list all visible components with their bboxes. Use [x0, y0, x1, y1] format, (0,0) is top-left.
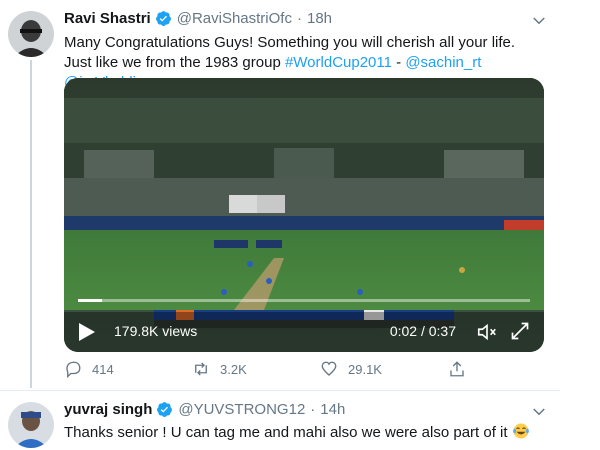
verified-badge-icon [157, 402, 173, 417]
video-player[interactable]: 179.8K views 0:02 / 0:37 [64, 78, 544, 352]
mute-icon[interactable] [476, 321, 498, 343]
view-count: 179.8K views [114, 323, 198, 339]
author-name[interactable]: Ravi Shastri [64, 10, 151, 27]
tweet-yuvraj-singh[interactable]: yuvraj singh @YUVSTRONG12 · 14h Thanks s… [0, 391, 560, 450]
reply-count: 414 [92, 361, 114, 377]
like-button[interactable]: 29.1K [320, 360, 382, 378]
avatar[interactable] [8, 11, 54, 57]
timestamp[interactable]: 14h [320, 401, 345, 418]
separator: · [310, 401, 316, 418]
tweet-text-body: Thanks senior ! U can tag me and mahi al… [64, 424, 508, 441]
video-progress-fill [78, 299, 103, 302]
tweet-ravi-shastri[interactable]: Ravi Shastri @RaviShastriOfc · 18h Many … [0, 0, 560, 390]
reply-button[interactable]: 414 [64, 360, 114, 378]
fullscreen-icon[interactable] [510, 321, 530, 341]
chevron-down-icon[interactable] [530, 12, 548, 30]
video-time: 0:02 / 0:37 [389, 323, 456, 339]
author-handle[interactable]: @YUVSTRONG12 [178, 401, 305, 418]
face-with-tears-of-joy-icon [512, 423, 529, 439]
separator: · [296, 10, 302, 27]
verified-badge-icon [155, 11, 171, 26]
play-icon[interactable] [78, 322, 96, 342]
author-name[interactable]: yuvraj singh [64, 401, 152, 418]
heart-icon [321, 361, 337, 376]
tweet-header: Ravi Shastri @RaviShastriOfc · 18h [64, 10, 332, 27]
video-controls: 179.8K views 0:02 / 0:37 [64, 312, 544, 352]
mention-link-sachin[interactable]: @sachin_rt [405, 54, 481, 71]
retweet-icon [195, 362, 207, 376]
share-icon [450, 361, 464, 377]
tweet-header: yuvraj singh @YUVSTRONG12 · 14h [64, 401, 345, 418]
chevron-down-icon[interactable] [530, 403, 548, 421]
author-handle[interactable]: @RaviShastriOfc [177, 10, 292, 27]
tweet-actions: 414 3.2K 29.1K [64, 360, 484, 384]
hashtag-link[interactable]: #WorldCup2011 [285, 54, 392, 71]
timestamp[interactable]: 18h [307, 10, 332, 27]
like-count: 29.1K [348, 361, 382, 377]
tweet-text: Thanks senior ! U can tag me and mahi al… [64, 422, 544, 443]
share-button[interactable] [448, 360, 476, 378]
reply-icon [66, 361, 81, 378]
retweet-button[interactable]: 3.2K [192, 360, 247, 378]
video-frame [64, 78, 544, 352]
retweet-count: 3.2K [220, 361, 247, 377]
thread-connector-line [30, 60, 32, 388]
text-dash: - [391, 54, 406, 71]
avatar[interactable] [8, 402, 54, 448]
video-progress-bar[interactable] [78, 299, 530, 302]
